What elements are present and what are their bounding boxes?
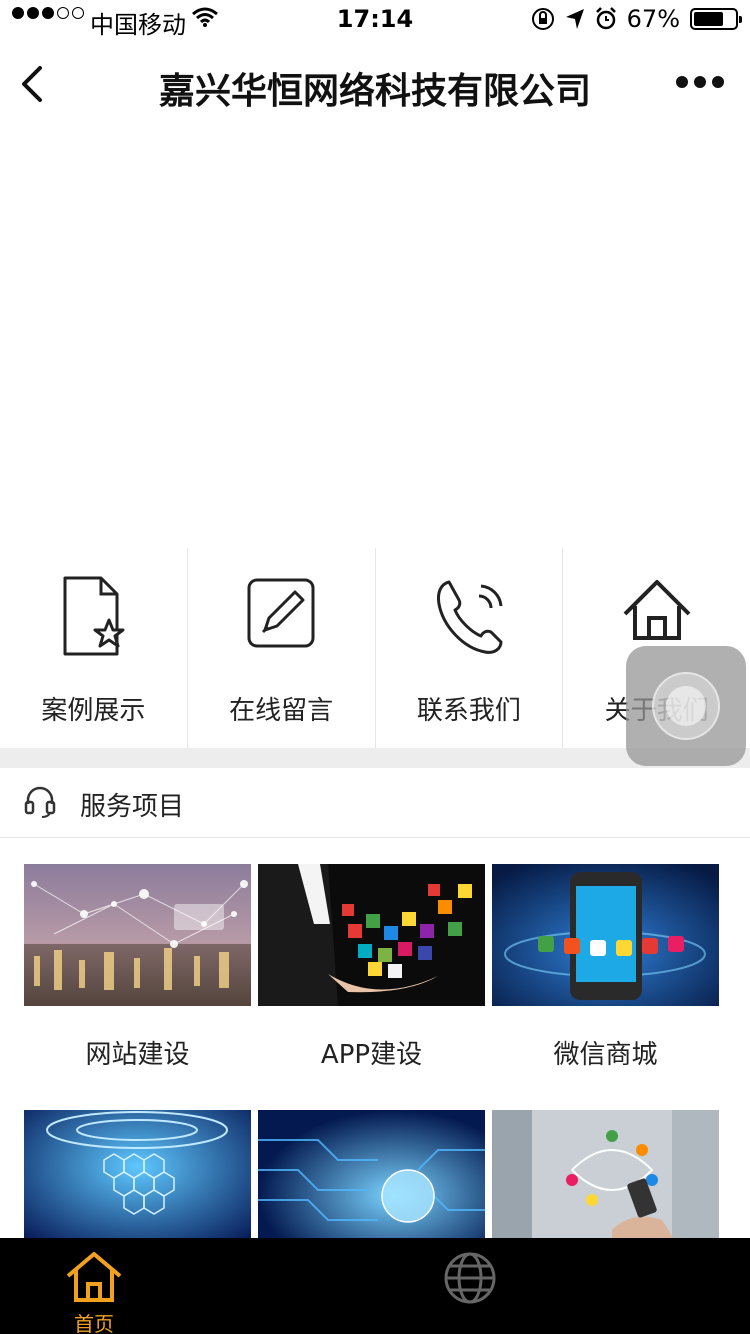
globe-icon[interactable]	[442, 1250, 498, 1306]
floating-assistive-button[interactable]	[626, 646, 746, 766]
quick-item-label: 在线留言	[229, 696, 334, 726]
alarm-icon	[595, 7, 616, 30]
service-image	[258, 1110, 485, 1252]
section-header: 服务项目	[0, 768, 750, 838]
rotation-lock-icon	[531, 8, 554, 30]
page-title: 嘉兴华恒网络科技有限公司	[158, 71, 591, 112]
nav-bar: 嘉兴华恒网络科技有限公司	[0, 40, 750, 128]
service-card-app[interactable]: APP建设	[258, 864, 485, 1070]
headset-icon	[24, 786, 56, 818]
status-bar: 中国移动 17:14 67%	[0, 0, 750, 40]
tab-home-label: 首页	[74, 1312, 114, 1334]
document-star-icon	[63, 576, 125, 656]
quick-item-label: 案例展示	[41, 696, 146, 726]
quick-item-cases[interactable]: 案例展示	[0, 548, 188, 748]
quick-item-contact[interactable]: 联系我们	[376, 548, 564, 748]
tab-bar: 首页	[0, 1238, 750, 1334]
service-label: 网站建设	[85, 1040, 190, 1070]
service-label: 微信商城	[553, 1040, 658, 1070]
service-card-6[interactable]	[492, 1110, 719, 1252]
service-card-4[interactable]	[24, 1110, 251, 1252]
service-image	[24, 864, 251, 1006]
battery-percent: 67%	[626, 5, 680, 33]
quick-item-label: 联系我们	[416, 696, 521, 726]
service-image	[492, 864, 719, 1006]
service-card-website[interactable]: 网站建设	[24, 864, 251, 1070]
home-tab-icon	[66, 1252, 122, 1302]
service-image	[492, 1110, 719, 1252]
service-card-wechat-mall[interactable]: 微信商城	[492, 864, 719, 1070]
service-image	[24, 1110, 251, 1252]
section-title: 服务项目	[80, 792, 185, 822]
service-label: APP建设	[320, 1040, 423, 1070]
more-menu-icon[interactable]	[676, 76, 724, 88]
tab-home[interactable]: 首页	[62, 1248, 126, 1334]
edit-icon	[247, 578, 315, 648]
phone-icon	[436, 580, 503, 654]
banner-area	[0, 128, 750, 548]
battery-icon	[690, 8, 742, 30]
service-image	[258, 864, 485, 1006]
location-icon	[565, 9, 584, 29]
quick-item-message[interactable]: 在线留言	[188, 548, 376, 748]
service-card-5[interactable]	[258, 1110, 485, 1252]
